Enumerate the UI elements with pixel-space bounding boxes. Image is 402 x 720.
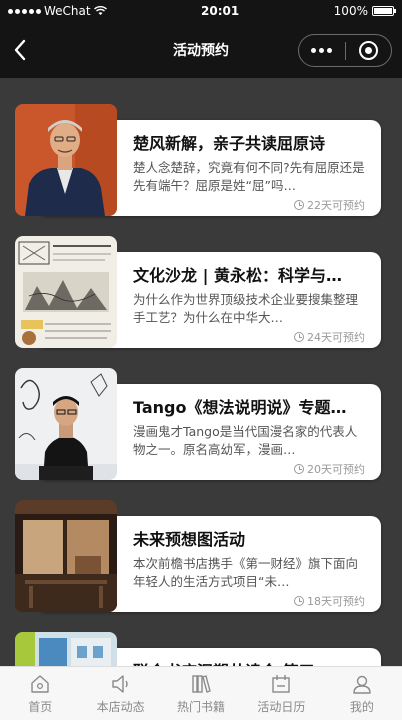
- event-title: 文化沙龙 | 黄永松：科学与…: [133, 266, 342, 285]
- clock-icon: [294, 200, 304, 210]
- event-thumbnail: [15, 632, 117, 666]
- more-button[interactable]: [299, 35, 345, 66]
- tab-event-calendar[interactable]: 活动日历: [241, 667, 321, 720]
- tab-store-news[interactable]: 本店动态: [80, 667, 160, 720]
- event-card[interactable]: Tango《想法说明说》专题… 漫画鬼才Tango是当代国漫名家的代表人物之一。…: [15, 368, 381, 480]
- event-thumbnail: [15, 104, 117, 216]
- books-icon: [192, 674, 211, 693]
- event-card[interactable]: 文化沙龙 | 黄永松：科学与… 为什么作为世界顶级技术企业要搜集整理手工艺？为什…: [15, 236, 381, 348]
- tab-hot-books[interactable]: 热门书籍: [161, 667, 241, 720]
- event-title: Tango《想法说明说》专题…: [133, 398, 347, 417]
- chevron-left-icon: [14, 39, 26, 61]
- event-description: 漫画鬼才Tango是当代国漫名家的代表人物之一。原名高幼军，漫画…: [133, 424, 358, 457]
- event-thumbnail: [15, 236, 117, 348]
- calendar-icon: [272, 674, 291, 693]
- target-icon: [358, 41, 378, 60]
- event-thumbnail: [15, 500, 117, 612]
- event-card[interactable]: 联合书店泥塑共读会 第五…: [15, 632, 381, 666]
- capsule-menu: [298, 34, 392, 67]
- clock-icon: [294, 596, 304, 606]
- event-title: 联合书店泥塑共读会 第五…: [133, 658, 373, 666]
- event-availability: 22天可预约: [294, 197, 365, 213]
- event-thumbnail: [15, 368, 117, 480]
- tab-label: 我的: [349, 699, 374, 714]
- event-availability: 18天可预约: [294, 593, 365, 609]
- clock-icon: [294, 464, 304, 474]
- status-right: 100%: [333, 4, 396, 18]
- event-title: 楚风新解，亲子共读屈原诗: [133, 134, 326, 153]
- event-availability: 20天可预约: [294, 461, 365, 477]
- tab-label: 热门书籍: [177, 699, 226, 714]
- status-time: 20:01: [201, 4, 240, 18]
- back-button[interactable]: [6, 36, 34, 64]
- event-title: 未来预想图活动: [133, 530, 246, 549]
- event-description: 本次前檐书店携手《第一财经》旗下面向年轻人的生活方式项目“未…: [133, 556, 359, 589]
- event-card[interactable]: 楚风新解，亲子共读屈原诗 楚人念楚辞，究竟有何不同?先有屈原还是先有端午？屈原是…: [15, 104, 381, 216]
- tab-mine[interactable]: 我的: [322, 667, 402, 720]
- event-list[interactable]: 楚风新解，亲子共读屈原诗 楚人念楚辞，究竟有何不同?先有屈原还是先有端午？屈原是…: [0, 78, 402, 666]
- home-icon: [31, 674, 49, 693]
- speaker-icon: [111, 674, 128, 693]
- carrier-label: WeChat: [44, 4, 91, 18]
- clock-icon: [294, 332, 304, 342]
- tab-label: 首页: [28, 699, 53, 714]
- event-availability: 24天可预约: [294, 329, 365, 345]
- user-icon: [353, 675, 371, 694]
- signal-icon: [8, 8, 41, 14]
- status-left: WeChat: [8, 4, 107, 18]
- tab-label: 活动日历: [257, 699, 306, 714]
- tab-label: 本店动态: [96, 699, 145, 714]
- availability-text: 22天可预约: [307, 199, 365, 212]
- battery-percent: 100%: [333, 4, 368, 18]
- event-description: 为什么作为世界顶级技术企业要搜集整理手工艺？为什么在中华大…: [133, 292, 359, 325]
- wifi-icon: [93, 6, 107, 15]
- availability-text: 24天可预约: [307, 331, 365, 344]
- event-description: 楚人念楚辞，究竟有何不同?先有屈原还是先有端午？屈原是姓“屈”吗…: [133, 160, 365, 193]
- availability-text: 20天可预约: [307, 463, 365, 476]
- availability-text: 18天可预约: [307, 595, 365, 608]
- battery-icon: [371, 6, 396, 16]
- tab-home[interactable]: 首页: [0, 667, 80, 720]
- event-card[interactable]: 未来预想图活动 本次前檐书店携手《第一财经》旗下面向年轻人的生活方式项目“未… …: [15, 500, 381, 612]
- tab-bar: 首页 本店动态 热门书籍 活动日历 我的: [0, 666, 402, 720]
- more-icon: [311, 48, 333, 53]
- close-miniprogram-button[interactable]: [345, 35, 391, 66]
- nav-bar: 活动预约: [0, 22, 402, 78]
- page-title: 活动预约: [173, 43, 229, 59]
- status-bar: WeChat 20:01 100%: [0, 0, 402, 22]
